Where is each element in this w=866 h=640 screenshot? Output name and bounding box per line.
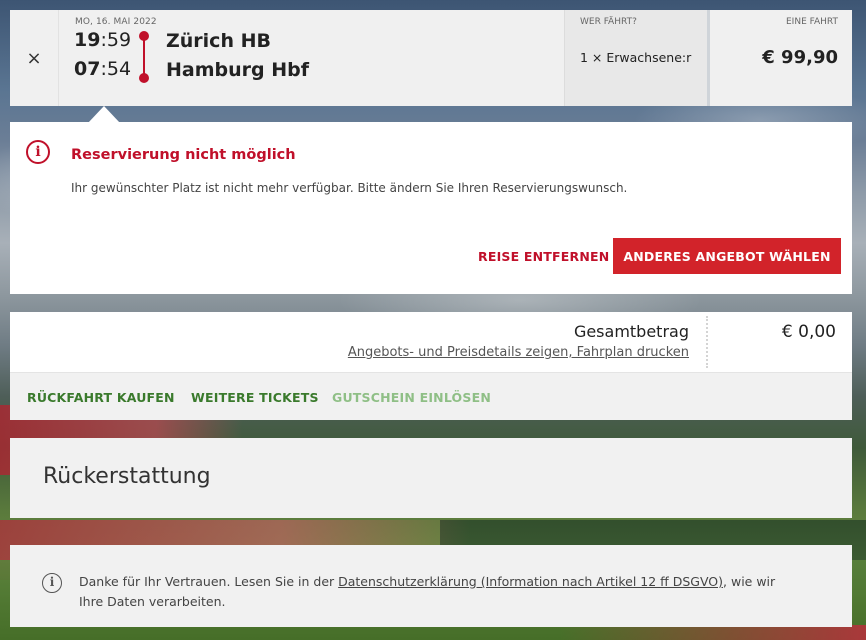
remove-trip-button[interactable]: REISE ENTFERNEN xyxy=(466,240,621,274)
privacy-note: i Danke für Ihr Vertrauen. Lesen Sie in … xyxy=(10,545,852,627)
departure-time: 19:59 xyxy=(74,29,132,51)
close-button[interactable]: × xyxy=(10,10,58,106)
buy-return-link[interactable]: RÜCKFAHRT KAUFEN xyxy=(27,390,175,405)
total-label: Gesamtbetrag xyxy=(573,322,689,341)
offer-details-link[interactable]: Angebots- und Preisdetails zeigen, Fahrp… xyxy=(348,345,689,360)
arrival-time: 07:54 xyxy=(74,58,132,80)
journey-summary: × MO, 16. MAI 2022 19:59 07:54 Zürich HB… xyxy=(10,10,852,106)
travel-date: MO, 16. MAI 2022 xyxy=(75,17,157,27)
privacy-policy-link[interactable]: Datenschutzerklärung (Information nach A… xyxy=(338,574,723,589)
error-message: Ihr gewünschter Platz ist nicht mehr ver… xyxy=(71,181,628,195)
fare-label: EINE FAHRT xyxy=(786,17,838,27)
passengers-info: WER FÄHRT? 1 × Erwachsene:r xyxy=(564,10,707,106)
passengers-label: WER FÄHRT? xyxy=(580,17,637,27)
refund-section[interactable]: Rückerstattung xyxy=(10,438,852,518)
fare-info: EINE FAHRT € 99,90 xyxy=(707,10,852,106)
close-icon[interactable]: × xyxy=(26,48,41,69)
more-tickets-link[interactable]: WEITERE TICKETS xyxy=(191,390,319,405)
panel-pointer xyxy=(88,106,120,123)
refund-title: Rückerstattung xyxy=(43,464,211,489)
info-icon: i xyxy=(42,573,62,593)
total-amount: € 0,00 xyxy=(781,322,836,342)
departure-station: Zürich HB xyxy=(166,30,271,52)
error-title: Reservierung nicht möglich xyxy=(71,147,296,163)
ticket-actions: RÜCKFAHRT KAUFEN WEITERE TICKETS GUTSCHE… xyxy=(10,372,852,420)
route-info: MO, 16. MAI 2022 19:59 07:54 Zürich HB H… xyxy=(58,10,564,106)
fare-price: € 99,90 xyxy=(762,47,838,68)
info-icon: i xyxy=(26,140,50,164)
arrival-station: Hamburg Hbf xyxy=(166,59,310,81)
reservation-error-panel: i Reservierung nicht möglich Ihr gewünsc… xyxy=(10,122,852,294)
total-divider xyxy=(706,316,708,368)
total-panel: Gesamtbetrag Angebots- und Preisdetails … xyxy=(10,312,852,372)
choose-other-offer-button[interactable]: ANDERES ANGEBOT WÄHLEN xyxy=(613,238,841,274)
passengers-value: 1 × Erwachsene:r xyxy=(580,50,692,65)
privacy-text: Danke für Ihr Vertrauen. Lesen Sie in de… xyxy=(79,574,776,609)
redeem-voucher-link[interactable]: GUTSCHEIN EINLÖSEN xyxy=(332,390,491,405)
rail-background xyxy=(560,625,866,640)
route-line-icon xyxy=(138,31,150,83)
